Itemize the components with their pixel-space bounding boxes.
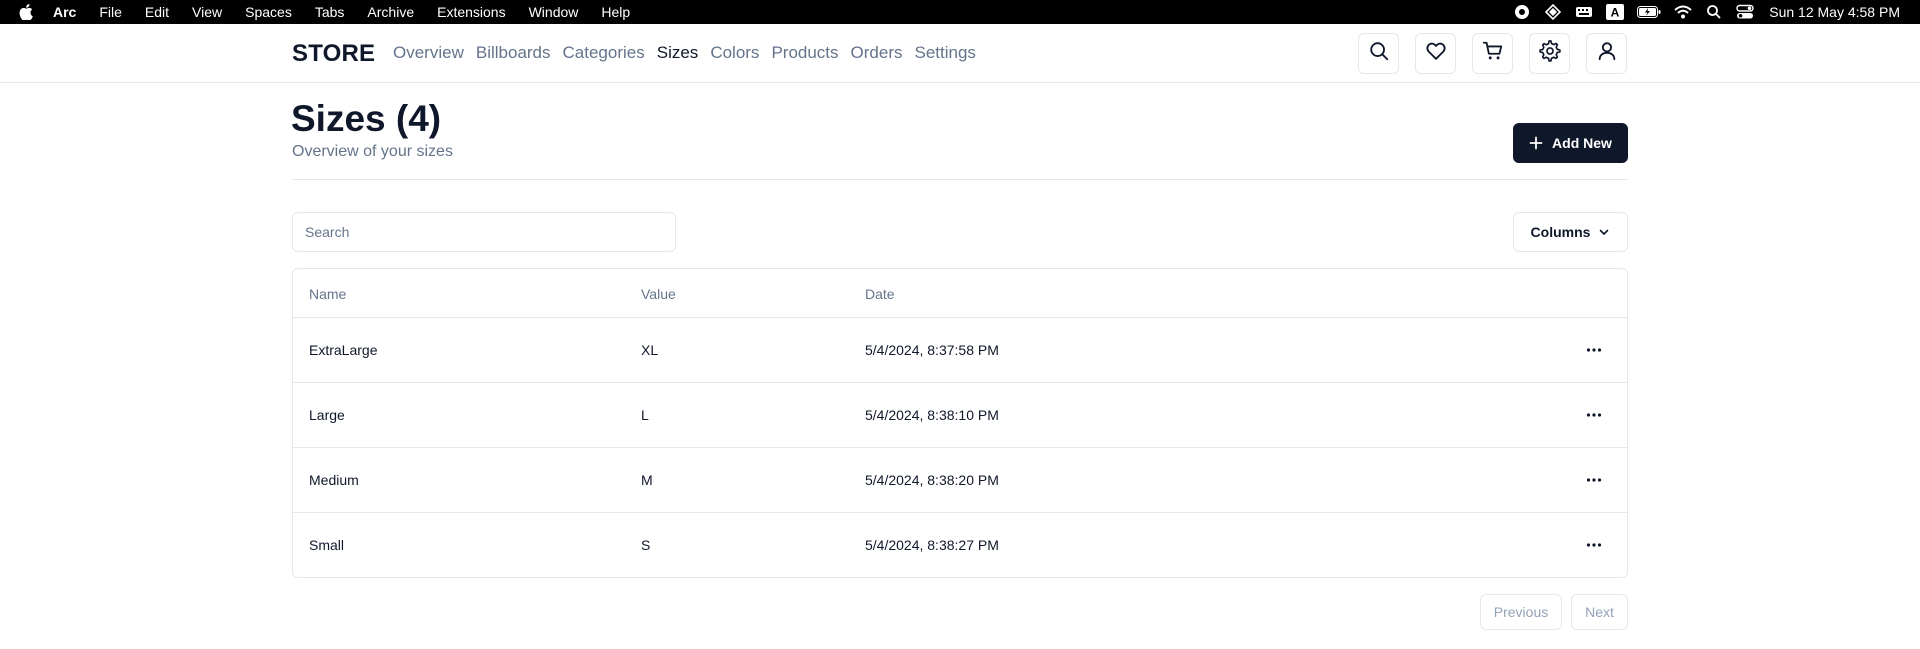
nav-link-sizes[interactable]: Sizes xyxy=(657,43,699,63)
cell-date: 5/4/2024, 8:38:27 PM xyxy=(865,537,999,553)
table-row: Small S 5/4/2024, 8:38:27 PM xyxy=(293,513,1627,577)
menu-bar: Arc File Edit View Spaces Tabs Archive E… xyxy=(0,0,1920,24)
search-icon xyxy=(1368,40,1390,67)
heading-divider xyxy=(292,179,1628,180)
columns-button[interactable]: Columns xyxy=(1513,212,1628,252)
search-button[interactable] xyxy=(1358,33,1399,74)
control-center-icon[interactable] xyxy=(1736,3,1754,21)
nav-link-settings[interactable]: Settings xyxy=(915,43,976,63)
column-header-date[interactable]: Date xyxy=(865,286,895,302)
wifi-icon[interactable] xyxy=(1674,3,1692,21)
settings-icon xyxy=(1538,40,1561,67)
menu-help[interactable]: Help xyxy=(601,4,630,20)
apple-logo-icon[interactable] xyxy=(19,4,33,20)
menu-view[interactable]: View xyxy=(192,4,222,20)
plus-icon xyxy=(1529,136,1543,150)
columns-label: Columns xyxy=(1530,224,1591,240)
cell-value: XL xyxy=(641,342,659,358)
nav-link-overview[interactable]: Overview xyxy=(393,43,464,63)
menu-spaces[interactable]: Spaces xyxy=(245,4,292,20)
nav-link-orders[interactable]: Orders xyxy=(851,43,903,63)
sizes-table: Name Value Date ExtraLarge XL 5/4/2024, … xyxy=(292,268,1628,578)
menu-extensions[interactable]: Extensions xyxy=(437,4,505,20)
diamond-icon[interactable] xyxy=(1544,3,1562,21)
screen-record-icon[interactable] xyxy=(1513,3,1531,21)
menubar-clock[interactable]: Sun 12 May 4:58 PM xyxy=(1769,4,1900,20)
add-new-button[interactable]: Add New xyxy=(1513,123,1628,163)
menu-window[interactable]: Window xyxy=(529,4,579,20)
table-row: Large L 5/4/2024, 8:38:10 PM xyxy=(293,383,1627,448)
more-actions-icon[interactable] xyxy=(1581,338,1607,362)
cart-icon xyxy=(1482,40,1504,67)
previous-page-button[interactable]: Previous xyxy=(1480,594,1562,630)
spotlight-search-icon[interactable] xyxy=(1705,3,1723,21)
user-icon xyxy=(1596,40,1618,67)
chevron-down-icon xyxy=(1598,226,1610,238)
menu-archive[interactable]: Archive xyxy=(367,4,414,20)
svg-text:A: A xyxy=(1611,6,1620,20)
nav-links: Overview Billboards Categories Sizes Col… xyxy=(393,43,988,63)
cart-button[interactable] xyxy=(1472,33,1513,74)
add-new-label: Add New xyxy=(1552,135,1612,151)
nav-actions xyxy=(1358,33,1643,74)
cell-name: Large xyxy=(309,407,345,423)
heart-icon xyxy=(1425,40,1447,67)
page-subtitle: Overview of your sizes xyxy=(292,143,453,160)
settings-button[interactable] xyxy=(1529,33,1570,74)
store-brand[interactable]: STORE xyxy=(292,40,375,68)
cell-name: Medium xyxy=(309,472,359,488)
cell-name: ExtraLarge xyxy=(309,342,378,358)
table-row: ExtraLarge XL 5/4/2024, 8:37:58 PM xyxy=(293,318,1627,383)
top-navigation: STORE Overview Billboards Categories Siz… xyxy=(0,24,1920,83)
cell-value: S xyxy=(641,537,651,553)
nav-link-billboards[interactable]: Billboards xyxy=(476,43,551,63)
table-header: Name Value Date xyxy=(293,269,1627,318)
menu-tabs[interactable]: Tabs xyxy=(315,4,345,20)
next-page-button[interactable]: Next xyxy=(1571,594,1628,630)
user-button[interactable] xyxy=(1586,33,1627,74)
menu-app-name[interactable]: Arc xyxy=(53,4,76,20)
cell-name: Small xyxy=(309,537,345,553)
keyboard-brightness-icon[interactable] xyxy=(1575,3,1593,21)
cell-date: 5/4/2024, 8:37:58 PM xyxy=(865,342,999,358)
cell-date: 5/4/2024, 8:38:20 PM xyxy=(865,472,999,488)
more-actions-icon[interactable] xyxy=(1581,403,1607,427)
cell-date: 5/4/2024, 8:38:10 PM xyxy=(865,407,999,423)
search-input[interactable] xyxy=(292,212,676,252)
menu-edit[interactable]: Edit xyxy=(145,4,169,20)
battery-icon[interactable] xyxy=(1637,3,1661,21)
nav-link-products[interactable]: Products xyxy=(771,43,838,63)
nav-link-categories[interactable]: Categories xyxy=(563,43,645,63)
table-row: Medium M 5/4/2024, 8:38:20 PM xyxy=(293,448,1627,513)
more-actions-icon[interactable] xyxy=(1581,468,1607,492)
page-title: Sizes (4) xyxy=(291,98,442,139)
wishlist-button[interactable] xyxy=(1415,33,1456,74)
input-source-icon[interactable]: A xyxy=(1606,3,1625,21)
column-header-value[interactable]: Value xyxy=(641,286,676,302)
menu-file[interactable]: File xyxy=(99,4,122,20)
nav-link-colors[interactable]: Colors xyxy=(710,43,759,63)
column-header-name[interactable]: Name xyxy=(309,286,346,302)
cell-value: M xyxy=(641,472,653,488)
cell-value: L xyxy=(641,407,649,423)
more-actions-icon[interactable] xyxy=(1581,533,1607,557)
